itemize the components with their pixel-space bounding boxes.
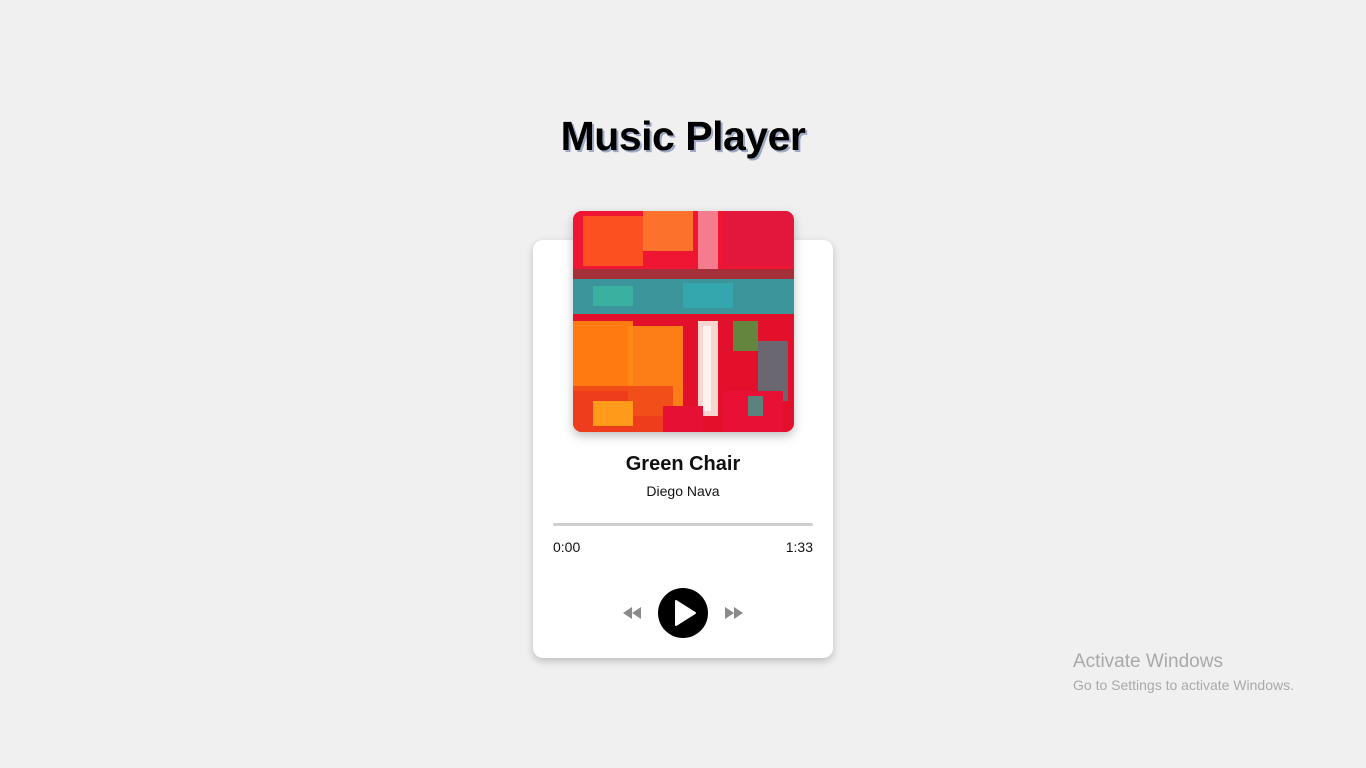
windows-activation-watermark: Activate Windows Go to Settings to activ… (1073, 651, 1294, 694)
fast-forward-icon (725, 607, 743, 619)
album-cover (573, 211, 794, 432)
play-icon (675, 600, 696, 626)
track-title: Green Chair (625, 453, 741, 475)
play-button[interactable] (658, 588, 708, 638)
track-artist: Diego Nava (646, 483, 720, 499)
rewind-icon (623, 607, 641, 619)
watermark-title: Activate Windows (1073, 651, 1223, 672)
total-duration: 1:33 (785, 539, 813, 555)
page-title: Music Player (560, 113, 806, 159)
next-track-button[interactable] (723, 604, 745, 622)
progress-bar[interactable] (553, 523, 813, 526)
music-player-page: Music Player Green Chair Diego Nava 0:00… (0, 0, 1366, 768)
watermark-subtitle: Go to Settings to activate Windows. (1073, 677, 1294, 693)
current-time: 0:00 (553, 539, 581, 555)
previous-track-button[interactable] (621, 604, 643, 622)
